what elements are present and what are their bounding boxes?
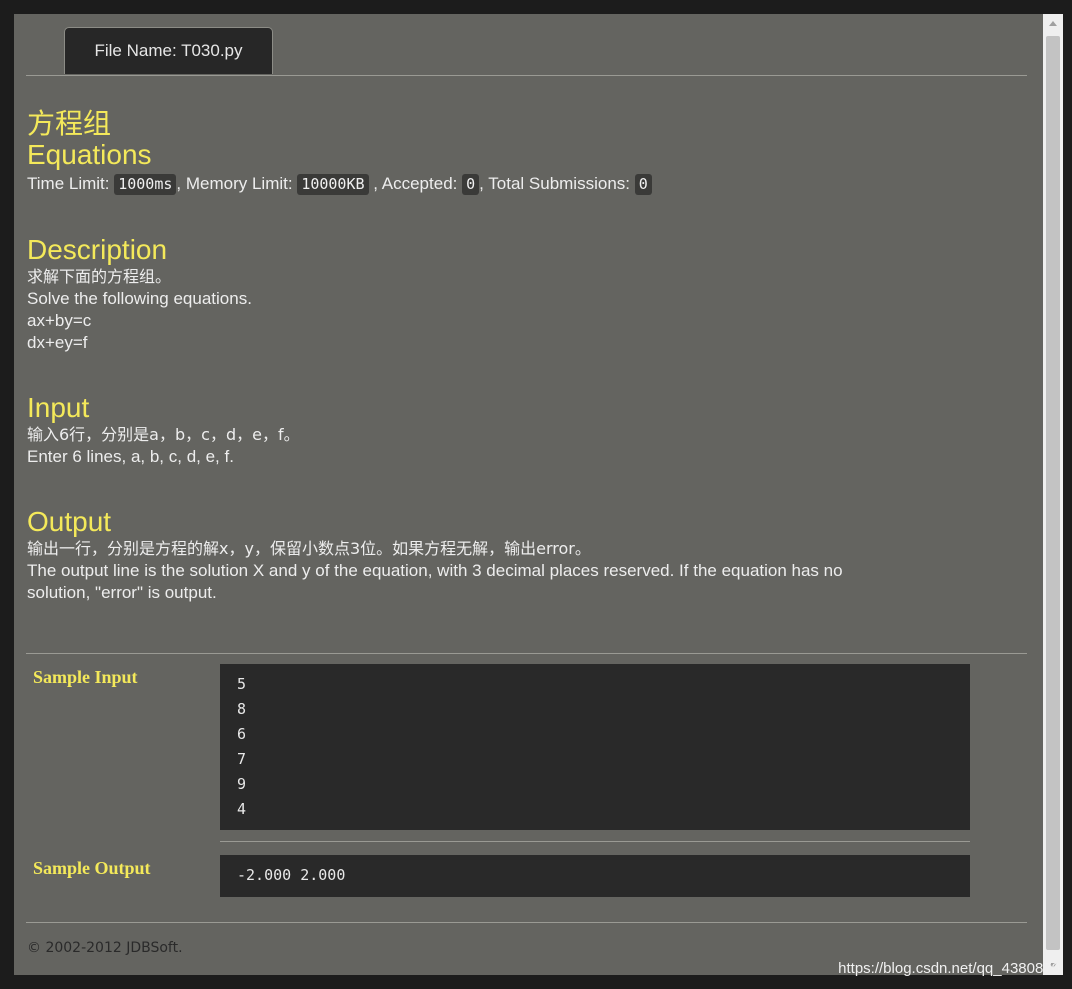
- problem-title-en: Equations: [27, 139, 152, 170]
- description-line: 求解下面的方程组。: [27, 267, 172, 286]
- description-section: Description 求解下面的方程组。 Solve the followin…: [27, 234, 1017, 354]
- sample-output-line: -2.000 2.000: [237, 866, 346, 884]
- watermark: https://blog.csdn.net/qq_4380870: [838, 960, 1060, 977]
- time-limit-value: 1000ms: [114, 174, 177, 195]
- input-heading: Input: [27, 392, 90, 423]
- copyright: © 2002-2012 JDBSoft.: [27, 940, 183, 956]
- total-submissions-label: , Total Submissions:: [479, 174, 635, 193]
- total-submissions-value: 0: [634, 174, 652, 195]
- time-limit-label: Time Limit:: [27, 174, 115, 193]
- description-line: Solve the following equations.: [27, 289, 252, 308]
- sample-divider: [220, 841, 970, 842]
- sample-input-line: 6: [237, 725, 247, 743]
- scroll-up-arrow-icon[interactable]: [1043, 14, 1063, 34]
- output-section: Output 输出一行，分别是方程的解x，y，保留小数点3位。如果方程无解，输出…: [27, 506, 1017, 604]
- description-text: 求解下面的方程组。 Solve the following equations.…: [27, 266, 1017, 354]
- description-heading: Description: [27, 234, 168, 265]
- problem-window: File Name: T030.py 方程组 Equations Time Li…: [14, 14, 1043, 975]
- memory-limit-label: , Memory Limit:: [176, 174, 298, 193]
- sample-output-label: Sample Output: [33, 858, 151, 878]
- tab-bar: File Name: T030.py: [26, 14, 1027, 76]
- input-text: 输入6行，分别是a，b，c，d，e，f。 Enter 6 lines, a, b…: [27, 424, 1017, 468]
- sample-output-box: -2.000 2.000: [220, 855, 970, 897]
- vertical-scrollbar[interactable]: [1043, 14, 1063, 975]
- input-line: 输入6行，分别是a，b，c，d，e，f。: [27, 425, 300, 444]
- divider: [26, 653, 1027, 654]
- scroll-thumb[interactable]: [1046, 36, 1060, 950]
- problem-title-cn: 方程组: [27, 107, 112, 140]
- sample-input-box: 5 8 6 7 9 4: [220, 664, 970, 830]
- sample-input-line: 9: [237, 775, 247, 793]
- accepted-label: , Accepted:: [368, 174, 463, 193]
- accepted-value: 0: [462, 174, 480, 195]
- input-line: Enter 6 lines, a, b, c, d, e, f.: [27, 447, 234, 466]
- problem-limits: Time Limit: 1000ms, Memory Limit: 10000K…: [27, 172, 1017, 196]
- description-line: dx+ey=f: [27, 333, 88, 352]
- tab-file-name[interactable]: File Name: T030.py: [64, 27, 273, 74]
- output-line: The output line is the solution X and y …: [27, 561, 843, 580]
- output-line: solution, "error" is output.: [27, 583, 217, 602]
- description-line: ax+by=c: [27, 311, 92, 330]
- output-line: 输出一行，分别是方程的解x，y，保留小数点3位。如果方程无解，输出error。: [27, 539, 591, 558]
- memory-limit-value: 10000KB: [297, 174, 369, 195]
- sample-input-label: Sample Input: [33, 667, 138, 687]
- output-text: 输出一行，分别是方程的解x，y，保留小数点3位。如果方程无解，输出error。 …: [27, 538, 1017, 604]
- input-section: Input 输入6行，分别是a，b，c，d，e，f。 Enter 6 lines…: [27, 392, 1017, 468]
- footer-divider: [26, 922, 1027, 923]
- sample-input-line: 8: [237, 700, 247, 718]
- sample-input-line: 7: [237, 750, 247, 768]
- sample-input-line: 5: [237, 675, 247, 693]
- sample-input-line: 4: [237, 800, 247, 818]
- output-heading: Output: [27, 506, 112, 537]
- problem-content: 方程组 Equations Time Limit: 1000ms, Memory…: [27, 108, 1017, 604]
